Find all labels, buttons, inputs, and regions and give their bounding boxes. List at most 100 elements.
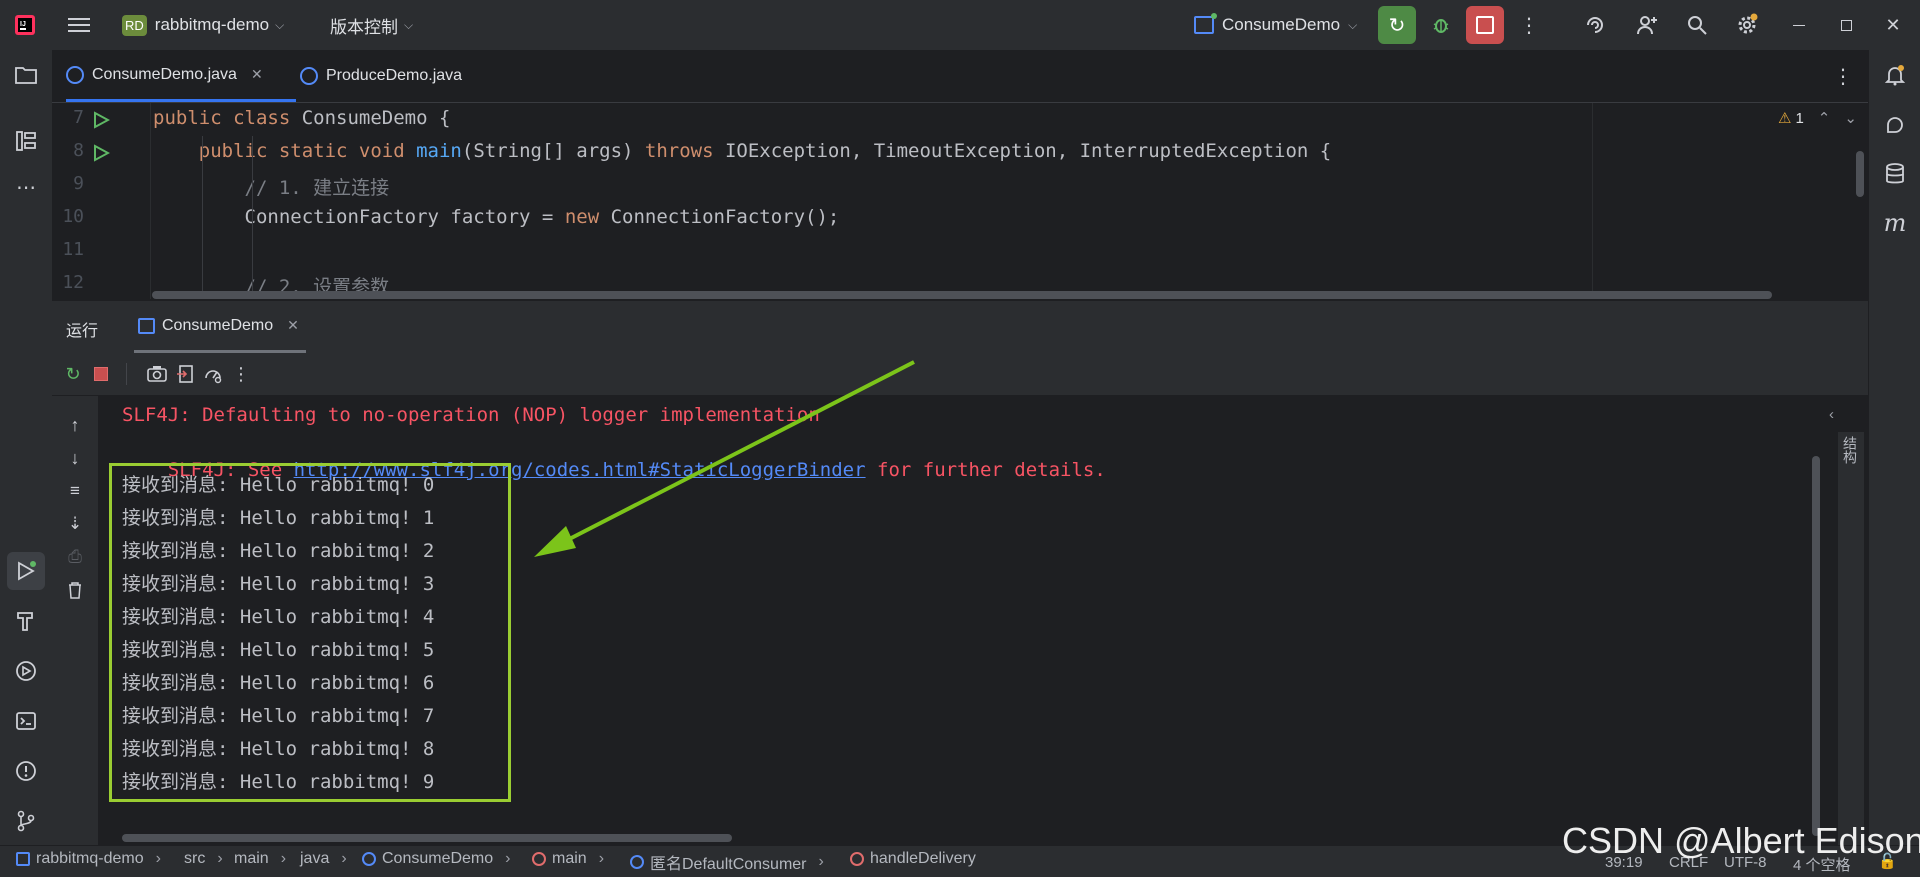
editor-scrollbar-thumb[interactable] — [1856, 151, 1864, 197]
editor-hscrollbar[interactable] — [152, 291, 1772, 299]
project-badge: RD — [122, 14, 147, 36]
code-line: public static void main(String[] args) t… — [153, 140, 1331, 162]
console-message-line: 接收到消息: Hello rabbitmq! 4 — [122, 606, 435, 628]
console-output[interactable]: ↑ ↓ ≡ ⇣ ⎙ SLF4J: Defaulting to no-operat… — [52, 396, 1868, 845]
breadcrumb-item[interactable]: handleDelivery — [850, 850, 976, 868]
ai-assistant-icon[interactable] — [1576, 6, 1614, 44]
chevron-down-icon[interactable]: ⌄ — [1844, 109, 1857, 127]
run-config-label: ConsumeDemo — [1222, 15, 1341, 34]
collapse-chevron-icon[interactable]: ‹ — [1829, 406, 1834, 423]
code-editor[interactable]: 7 public class ConsumeDemo {8 public stat… — [52, 103, 1868, 299]
project-folder-icon[interactable] — [7, 56, 45, 94]
console-message-line: 接收到消息: Hello rabbitmq! 2 — [122, 540, 435, 562]
breadcrumb-label: main — [552, 850, 587, 867]
breadcrumb-separator-icon: › — [818, 853, 824, 870]
console-hscrollbar[interactable] — [122, 834, 732, 842]
line-number: 9 — [73, 173, 84, 194]
more-actions-icon[interactable]: ⋮ — [1510, 6, 1548, 44]
run-toolbar: ↻ ⋮ — [52, 353, 1868, 396]
breadcrumb-item[interactable]: main › — [532, 850, 604, 868]
breadcrumb-separator-icon: › — [155, 850, 161, 867]
database-icon[interactable] — [1876, 155, 1914, 193]
vcs-menu[interactable]: 版本控制 ⌵ — [330, 8, 413, 42]
more-tools-icon[interactable]: ⋯ — [7, 168, 45, 206]
breadcrumb-item[interactable]: java › — [300, 850, 347, 868]
run-tab-label: ConsumeDemo — [162, 316, 274, 334]
intellij-logo-icon[interactable]: IJ — [6, 6, 44, 44]
java-class-icon — [66, 65, 84, 84]
maven-icon[interactable]: m — [1876, 204, 1914, 242]
inspection-widget[interactable]: ⚠ 1 ⌃ ⌄ — [1778, 109, 1857, 128]
run-more-icon[interactable]: ⋮ — [222, 355, 260, 393]
main-menu-icon[interactable] — [60, 6, 98, 44]
code-token: (String[] args) — [461, 140, 645, 162]
code-token: ConsumeDemo { — [301, 107, 451, 129]
code-line: public class ConsumeDemo { — [153, 107, 450, 129]
stop-button[interactable] — [1466, 6, 1504, 44]
keyword: public static void — [198, 140, 417, 162]
ai-chat-icon[interactable] — [1876, 106, 1914, 144]
breadcrumb-separator-icon: › — [217, 850, 223, 867]
module-icon — [16, 852, 30, 866]
settings-gear-icon[interactable] — [1728, 6, 1766, 44]
breadcrumb-item[interactable]: rabbitmq-demo › — [16, 850, 161, 868]
chevron-up-icon[interactable]: ⌃ — [1818, 109, 1831, 127]
trash-icon[interactable] — [56, 571, 94, 609]
bug-icon — [1433, 19, 1449, 33]
indent-guide — [252, 136, 253, 299]
stop-icon[interactable] — [82, 355, 120, 393]
toolbar-separator — [126, 363, 127, 385]
title-bar: IJ RD rabbitmq-demo ⌵ 版本控制 ⌵ ConsumeDemo… — [0, 0, 1920, 50]
problems-icon[interactable] — [7, 752, 45, 790]
services-icon[interactable] — [7, 652, 45, 690]
project-switcher[interactable]: RD rabbitmq-demo ⌵ — [122, 8, 284, 42]
close-tab-icon[interactable]: ✕ — [287, 317, 299, 334]
method-icon — [850, 852, 864, 866]
minimize-icon[interactable] — [1780, 6, 1818, 44]
keyword: new — [564, 206, 611, 228]
build-hammer-icon[interactable] — [7, 602, 45, 640]
console-side-toolbar: ↑ ↓ ≡ ⇣ ⎙ — [52, 396, 98, 845]
breadcrumb-separator-icon: › — [505, 850, 511, 867]
watermark: CSDN @Albert Edison — [1562, 820, 1920, 861]
debug-button[interactable] — [1422, 6, 1460, 44]
tab-actions-icon[interactable]: ⋮ — [1824, 57, 1862, 95]
console-message-line: 接收到消息: Hello rabbitmq! 1 — [122, 507, 435, 529]
notifications-bell-icon[interactable] — [1876, 56, 1914, 94]
right-margin-line — [1592, 103, 1593, 299]
terminal-icon[interactable] — [7, 702, 45, 740]
close-tab-icon[interactable]: ✕ — [251, 66, 263, 83]
breadcrumb-label: handleDelivery — [870, 850, 976, 867]
console-message-line: 接收到消息: Hello rabbitmq! 7 — [122, 705, 435, 727]
breadcrumb-label: 匿名DefaultConsumer — [650, 856, 807, 873]
line-number: 7 — [73, 107, 84, 128]
console-scrollbar-thumb[interactable] — [1812, 456, 1820, 836]
tab-label: ConsumeDemo.java — [92, 65, 237, 83]
run-gutter-icon[interactable] — [92, 144, 111, 167]
console-message-line: 接收到消息: Hello rabbitmq! 6 — [122, 672, 435, 694]
chevron-down-icon: ⌵ — [275, 17, 285, 32]
search-icon[interactable] — [1678, 6, 1716, 44]
structure-side-label[interactable]: 结构 — [1842, 436, 1860, 464]
git-branch-icon[interactable] — [7, 802, 45, 840]
close-icon[interactable]: ✕ — [1874, 6, 1912, 44]
comment: // 1. 建立连接 — [153, 177, 390, 199]
breadcrumb-label: java — [300, 850, 330, 867]
run-gutter-icon[interactable] — [92, 111, 111, 134]
tab-produce-demo[interactable]: ProduceDemo.java — [300, 50, 462, 102]
breadcrumb-item[interactable]: ConsumeDemo › — [362, 850, 510, 868]
restore-icon[interactable] — [1827, 6, 1865, 44]
breadcrumb-item[interactable]: 匿名DefaultConsumer › — [630, 850, 824, 874]
run-tool-icon[interactable] — [7, 552, 45, 590]
run-config-selector[interactable]: ConsumeDemo ⌵ — [1194, 8, 1357, 42]
line-number: 11 — [62, 239, 84, 260]
breadcrumb-item[interactable]: src › — [184, 850, 223, 868]
structure-icon[interactable] — [7, 122, 45, 160]
tab-consume-demo[interactable]: ConsumeDemo.java ✕ — [66, 50, 296, 102]
code-token: ConnectionFactory(); — [610, 206, 840, 228]
breadcrumb-item[interactable]: main › — [234, 850, 286, 868]
rerun-button[interactable]: ↻ — [1378, 6, 1416, 44]
add-user-icon[interactable] — [1628, 6, 1666, 44]
run-tab-consume-demo[interactable]: ConsumeDemo ✕ — [134, 301, 306, 353]
svg-text:IJ: IJ — [20, 21, 26, 28]
